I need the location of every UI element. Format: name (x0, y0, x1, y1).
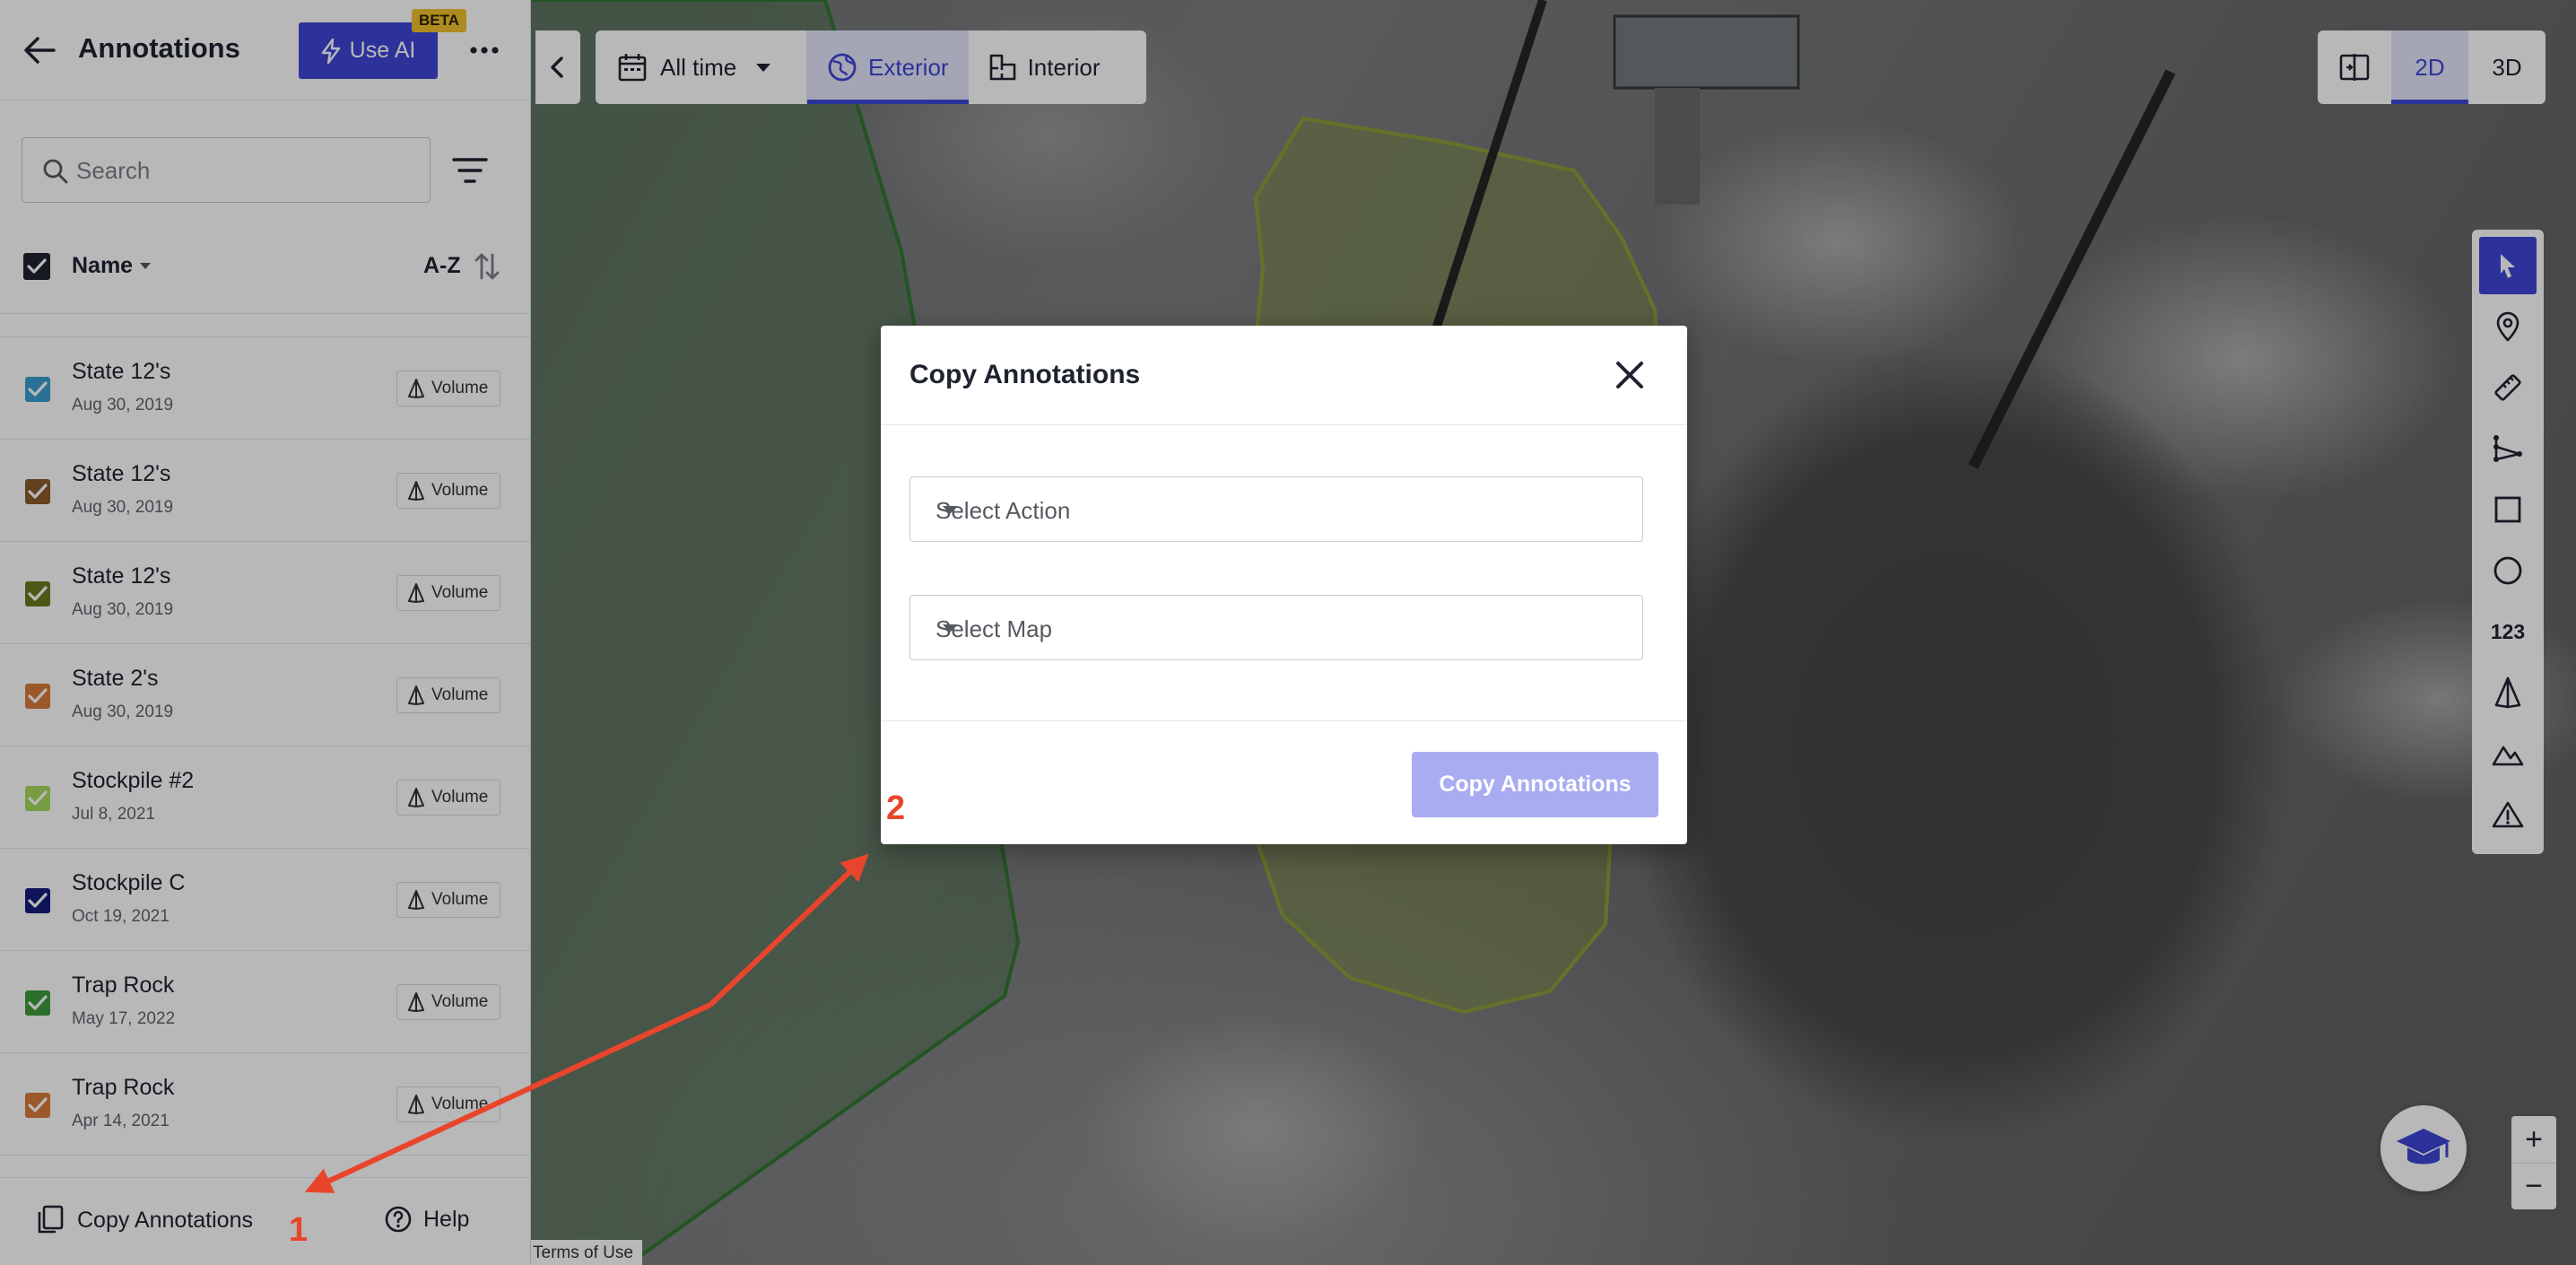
dialog-divider (881, 424, 1687, 425)
step-number-2: 2 (886, 790, 906, 827)
copy-annotations-dialog: Copy Annotations Select Action Select Ma… (881, 326, 1687, 844)
dialog-divider (881, 720, 1687, 721)
step-number-1: 1 (289, 1211, 309, 1249)
chevron-down-icon (943, 624, 957, 632)
app-root: Annotations Use AI BETA Name A-Z (0, 0, 2576, 1265)
select-map-dropdown[interactable]: Select Map (909, 595, 1643, 660)
copy-annotations-submit-button[interactable]: Copy Annotations (1412, 752, 1658, 817)
close-icon[interactable] (1607, 353, 1652, 397)
select-action-dropdown[interactable]: Select Action (909, 476, 1643, 542)
chevron-down-icon (943, 506, 957, 514)
dialog-title: Copy Annotations (909, 360, 1141, 389)
